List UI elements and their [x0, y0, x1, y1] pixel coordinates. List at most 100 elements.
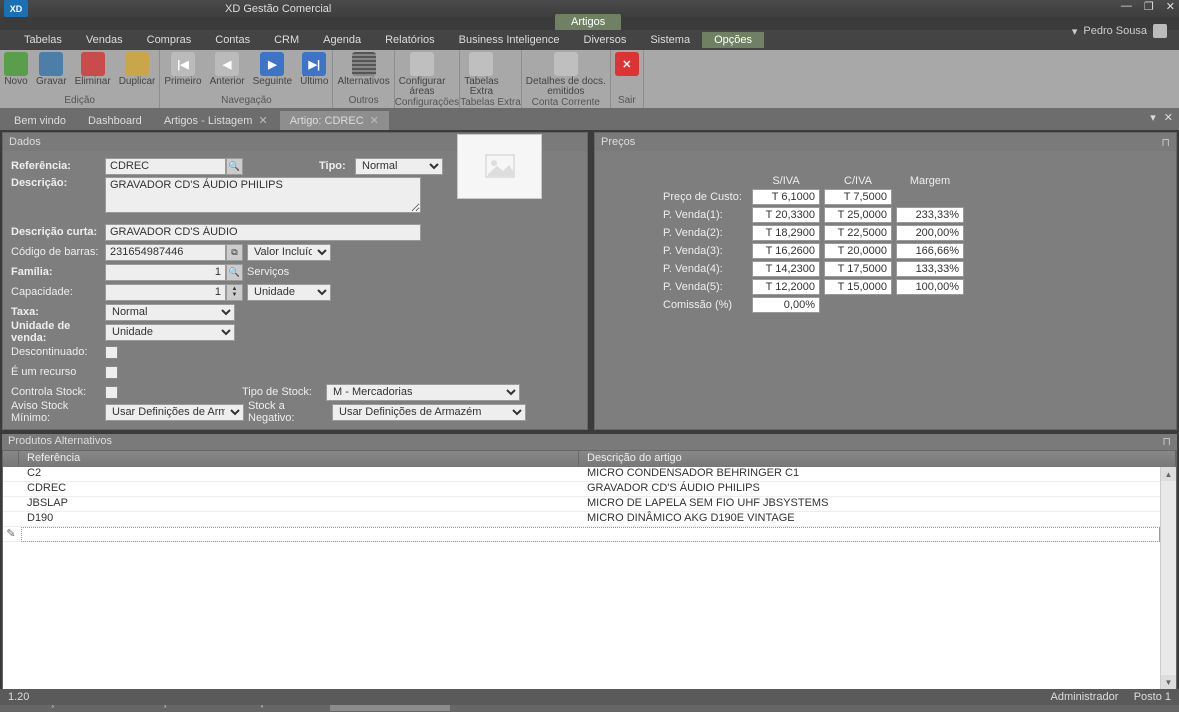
- input-codigo-barras[interactable]: [105, 244, 226, 261]
- menu-diversos[interactable]: Diversos: [572, 32, 639, 48]
- scroll-up-icon[interactable]: ▲: [1161, 467, 1176, 481]
- price-cell[interactable]: T 20,3300: [752, 207, 820, 223]
- ribbon--ltimo[interactable]: ▶|Último: [296, 50, 332, 87]
- price-cell[interactable]: T 16,2600: [752, 243, 820, 259]
- menu-vendas[interactable]: Vendas: [74, 32, 135, 48]
- menu-relatórios[interactable]: Relatórios: [373, 32, 447, 48]
- select-aviso-stock[interactable]: Usar Definições de Armazém: [105, 404, 244, 421]
- capacidade-stepper[interactable]: ▲▼: [226, 284, 243, 301]
- tab-bem-vindo[interactable]: Bem vindo: [4, 112, 76, 130]
- alternativos-new-row[interactable]: ✎ 🔍: [3, 527, 1176, 542]
- price-cell[interactable]: 100,00%: [896, 279, 964, 295]
- panel-alternativos-pin-icon[interactable]: ⊓: [1162, 435, 1171, 449]
- ribbon-configurar[interactable]: Configuraráreas: [395, 50, 450, 97]
- alternativos-new-ref-input[interactable]: [22, 528, 1159, 541]
- app-title: XD Gestão Comercial: [225, 3, 331, 15]
- user-name: Pedro Sousa: [1083, 25, 1147, 37]
- cell-referencia: CDREC: [19, 482, 579, 496]
- price-cell[interactable]: T 12,2000: [752, 279, 820, 295]
- maximize-button[interactable]: ❐: [1144, 0, 1154, 13]
- minimize-button[interactable]: —: [1121, 0, 1132, 13]
- menu-business-inteligence[interactable]: Business Inteligence: [447, 32, 572, 48]
- menu-crm[interactable]: CRM: [262, 32, 311, 48]
- tabs-dropdown-icon[interactable]: ▾: [1150, 111, 1156, 124]
- ribbon-tabelas[interactable]: TabelasExtra: [460, 50, 502, 97]
- scroll-down-icon[interactable]: ▼: [1161, 675, 1176, 689]
- lookup-referencia-button[interactable]: 🔍: [226, 158, 243, 175]
- user-area[interactable]: ▾ Pedro Sousa: [1072, 24, 1167, 38]
- table-row[interactable]: C2MICRO CONDENSADOR BEHRINGER C1: [3, 467, 1176, 482]
- col-header-descricao[interactable]: Descrição do artigo: [579, 451, 1176, 467]
- price-cell[interactable]: 133,33%: [896, 261, 964, 277]
- price-cell[interactable]: T 7,5000: [824, 189, 892, 205]
- price-cell[interactable]: T 20,0000: [824, 243, 892, 259]
- input-desc-curta[interactable]: [105, 224, 421, 241]
- tab-artigo-cdrec[interactable]: Artigo: CDREC✕: [280, 111, 389, 130]
- price-cell[interactable]: T 22,5000: [824, 225, 892, 241]
- price-comissao-cell[interactable]: 0,00%: [752, 297, 820, 313]
- anterior-icon: ◀: [215, 52, 239, 76]
- close-button[interactable]: ✕: [1166, 0, 1175, 13]
- ribbon-seguinte[interactable]: ▶Seguinte: [249, 50, 296, 87]
- tab-dashboard[interactable]: Dashboard: [78, 112, 152, 130]
- price-cell[interactable]: 233,33%: [896, 207, 964, 223]
- price-cell[interactable]: 200,00%: [896, 225, 964, 241]
- ribbon-duplicar[interactable]: Duplicar: [115, 50, 160, 87]
- price-row-label: Preço de Custo:: [663, 189, 748, 205]
- alternativos-icon: [352, 52, 376, 76]
- ribbon-eliminar[interactable]: Eliminar: [71, 50, 115, 87]
- checkbox-controla-stock[interactable]: [105, 386, 118, 399]
- ribbon-anterior[interactable]: ◀Anterior: [206, 50, 249, 87]
- panel-precos-pin-icon[interactable]: ⊓: [1161, 136, 1170, 149]
- ribbon-gravar[interactable]: Gravar: [32, 50, 71, 87]
- select-tipo-stock[interactable]: M - Mercadorias: [326, 384, 520, 401]
- ribbon-alternativos[interactable]: Alternativos: [333, 50, 393, 87]
- price-cell[interactable]: T 17,5000: [824, 261, 892, 277]
- checkbox-recurso[interactable]: [105, 366, 118, 379]
- select-unidade-venda[interactable]: Unidade: [105, 324, 235, 341]
- input-descricao[interactable]: GRAVADOR CD'S ÁUDIO PHILIPS: [105, 177, 421, 213]
- lookup-familia-button[interactable]: 🔍: [226, 264, 243, 281]
- price-cell[interactable]: T 6,1000: [752, 189, 820, 205]
- new-row-glyph-icon: ✎: [3, 527, 19, 541]
- price-cell[interactable]: T 14,2300: [752, 261, 820, 277]
- price-cell[interactable]: 166,66%: [896, 243, 964, 259]
- price-cell[interactable]: T 15,0000: [824, 279, 892, 295]
- select-taxa[interactable]: Normal: [105, 304, 235, 321]
- status-bar: 1.20 Administrador Posto 1: [0, 689, 1179, 705]
- ribbon-novo[interactable]: Novo: [0, 50, 32, 87]
- menu-contas[interactable]: Contas: [203, 32, 262, 48]
- context-tab-artigos[interactable]: Artigos: [555, 14, 621, 30]
- menu-compras[interactable]: Compras: [135, 32, 204, 48]
- input-referencia[interactable]: [105, 158, 226, 175]
- select-tipo[interactable]: Normal: [355, 158, 443, 175]
- ribbon-detalhes-de-docs-[interactable]: Detalhes de docs.emitidos: [522, 50, 610, 97]
- input-capacidade[interactable]: [105, 284, 226, 301]
- select-capacidade-unit[interactable]: Unidade: [247, 284, 331, 301]
- ribbon-primeiro[interactable]: |◀Primeiro: [160, 50, 205, 87]
- table-row[interactable]: JBSLAPMICRO DE LAPELA SEM FIO UHF JBSYST…: [3, 497, 1176, 512]
- lookup-codigo-barras-button[interactable]: ⧉: [226, 244, 243, 261]
- select-stock-negativo[interactable]: Usar Definições de Armazém: [332, 404, 526, 421]
- checkbox-descontinuado[interactable]: [105, 346, 118, 359]
- menu-sistema[interactable]: Sistema: [638, 32, 702, 48]
- col-header-referencia[interactable]: Referência: [19, 451, 579, 467]
- alternativos-scrollbar[interactable]: ▲ ▼: [1160, 467, 1176, 689]
- tab-close-icon[interactable]: ✕: [258, 115, 267, 127]
- input-familia[interactable]: [105, 264, 226, 281]
- label-referencia: Referência:: [11, 160, 105, 172]
- price-cell[interactable]: T 25,0000: [824, 207, 892, 223]
- product-image-placeholder[interactable]: [457, 134, 542, 199]
- tab-artigos-listagem[interactable]: Artigos - Listagem✕: [154, 111, 278, 130]
- select-valor-incluido[interactable]: Valor Incluído: [247, 244, 331, 261]
- table-row[interactable]: CDRECGRAVADOR CD'S ÁUDIO PHILIPS: [3, 482, 1176, 497]
- ribbon-group-label: Configurações: [395, 97, 459, 108]
- ribbon-sair[interactable]: ✕: [611, 50, 643, 77]
- price-cell[interactable]: T 18,2900: [752, 225, 820, 241]
- menu-tabelas[interactable]: Tabelas: [12, 32, 74, 48]
- tab-close-icon[interactable]: ✕: [370, 115, 379, 127]
- menu-agenda[interactable]: Agenda: [311, 32, 373, 48]
- table-row[interactable]: D190MICRO DINÂMICO AKG D190E VINTAGE: [3, 512, 1176, 527]
- tabs-close-all-icon[interactable]: ✕: [1164, 111, 1173, 124]
- menu-opções[interactable]: Opções: [702, 32, 764, 48]
